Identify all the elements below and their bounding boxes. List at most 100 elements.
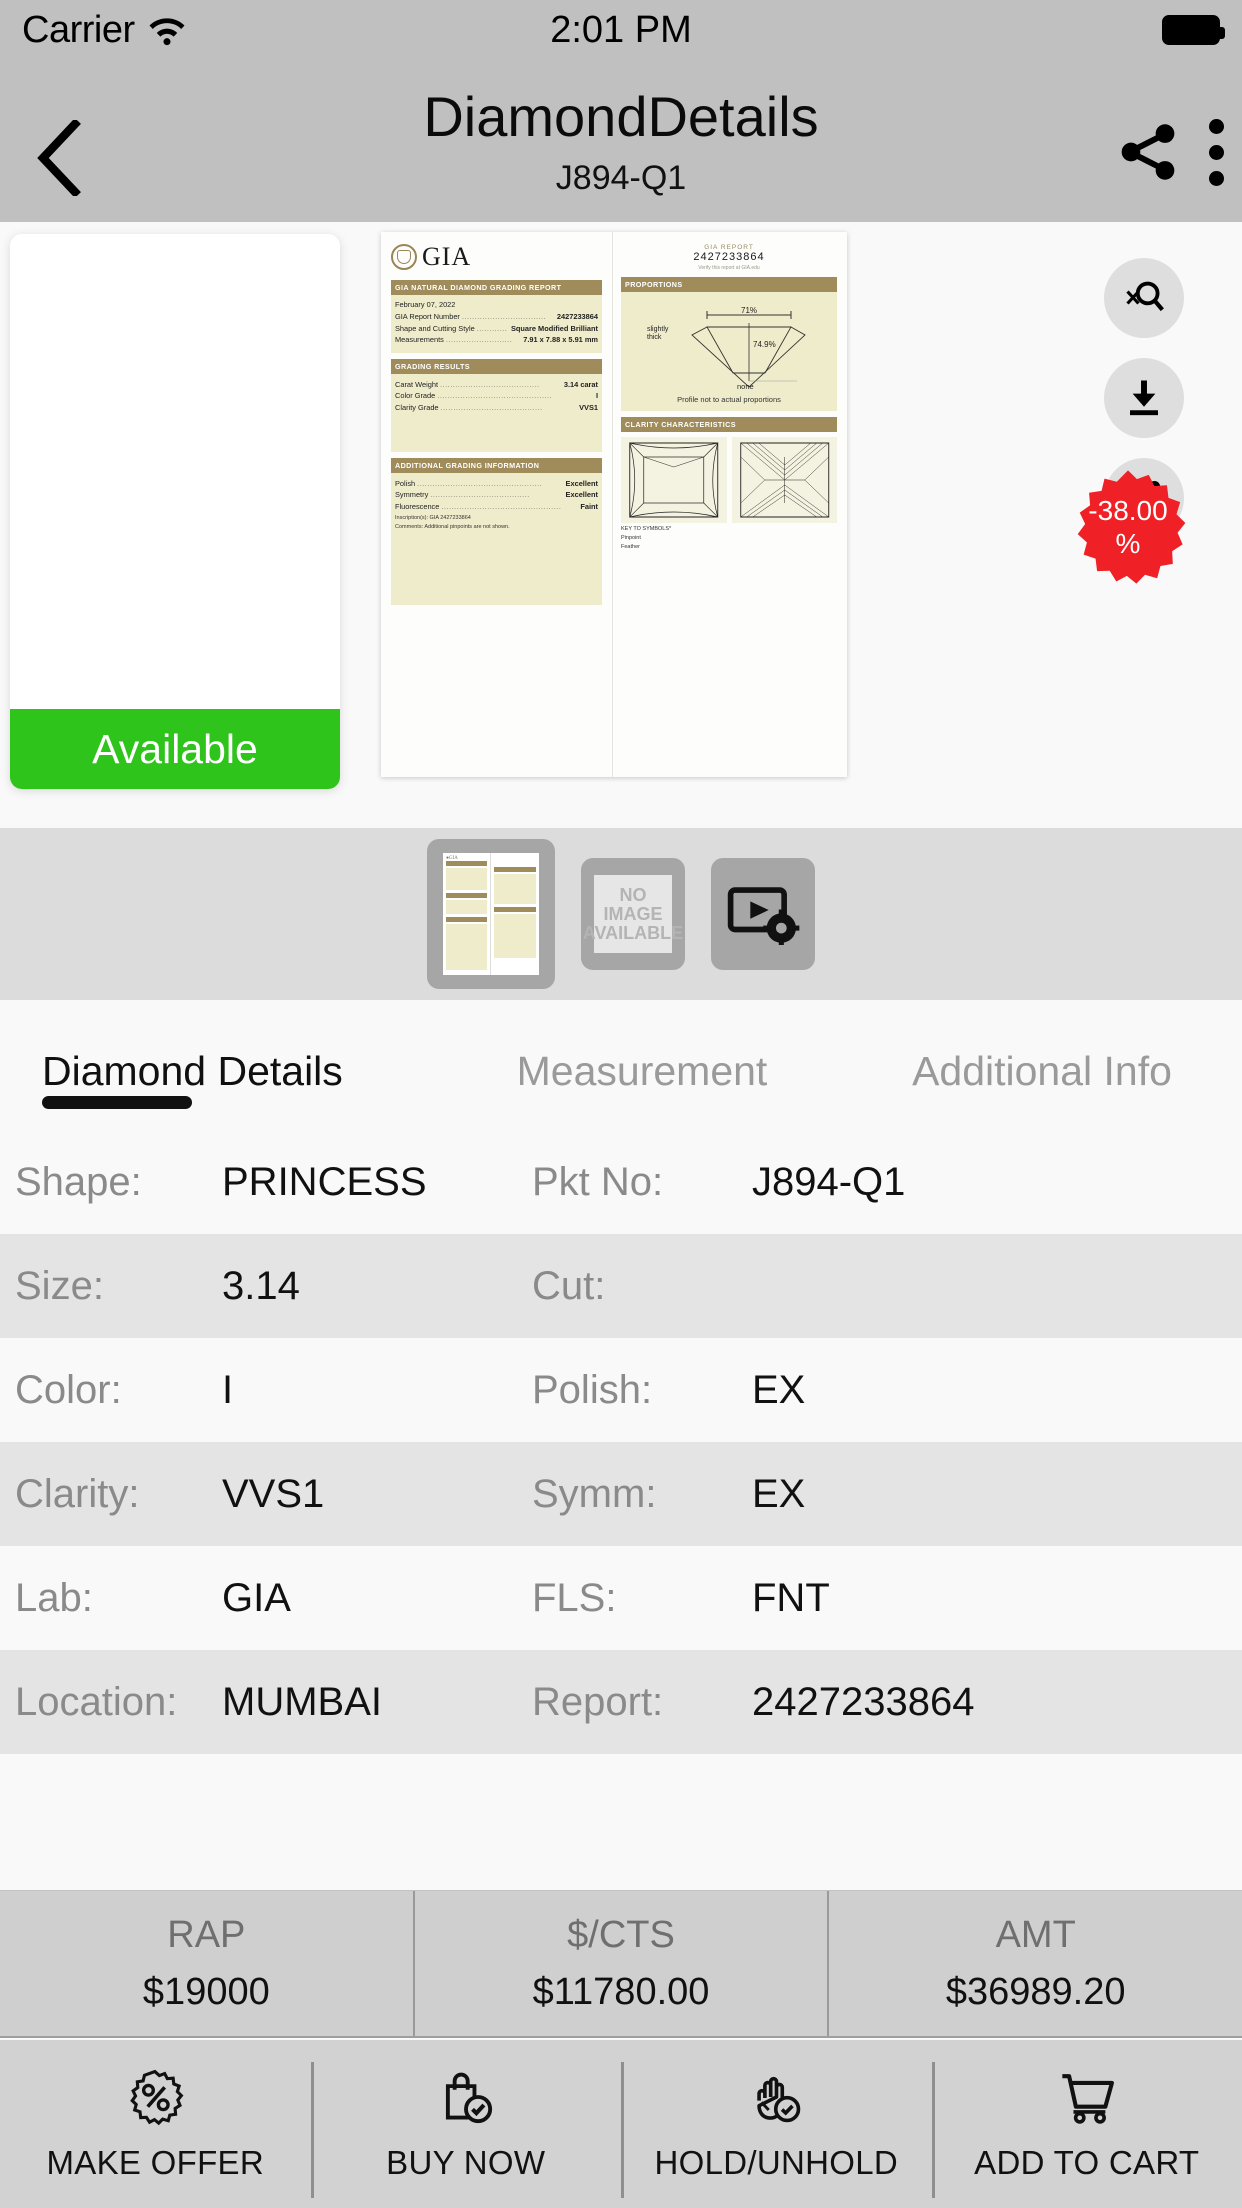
discount-value: -38.00	[1088, 495, 1168, 526]
thumb-certificate[interactable]: ●GIA	[427, 839, 555, 989]
cert-row-value: 3.14 carat	[563, 379, 598, 389]
cert-row: Polish .................................…	[395, 478, 598, 490]
row-value-right: EX	[752, 1367, 806, 1412]
cert-dots: .................................	[461, 312, 547, 321]
discount-unit: %	[1115, 528, 1141, 559]
table-spacer	[0, 1754, 1242, 1862]
cert-dots: ........................................	[440, 402, 543, 412]
tab-additional-info[interactable]: Additional Info	[842, 1000, 1242, 1095]
table-row: Shape: PRINCESS Pkt No: J894-Q1	[0, 1130, 1242, 1234]
add-to-cart-button[interactable]: ADD TO CART	[931, 2040, 1242, 2208]
price-column-per-cts: $/CTS $11780.00	[412, 1891, 828, 2036]
action-label: BUY NOW	[386, 2144, 546, 2181]
gia-seal-icon	[391, 244, 417, 270]
status-badge: Available	[10, 709, 340, 789]
cert-row: Carat Weight ...........................…	[395, 379, 598, 391]
video-settings-icon	[727, 887, 800, 945]
row-key-right: Symm:	[532, 1471, 657, 1516]
cert-dots: ........................................…	[441, 501, 562, 511]
cert-row-value: Faint	[580, 501, 598, 511]
cert-date: February 07, 2022	[395, 300, 456, 309]
tab-diamond-details[interactable]: Diamond Details	[0, 1000, 442, 1109]
clarity-plot-pavilion	[731, 437, 837, 523]
row-key-right: Cut:	[532, 1263, 606, 1308]
row-key-right: Pkt No:	[532, 1159, 664, 1204]
make-offer-button[interactable]: MAKE OFFER	[0, 2040, 311, 2208]
carrier-label: Carrier	[22, 8, 135, 51]
tab-label: Diamond Details	[42, 1048, 343, 1094]
cert-row: Clarity Grade ..........................…	[395, 402, 598, 414]
price-label: RAP	[167, 1913, 246, 1956]
hold-unhold-button[interactable]: HOLD/UNHOLD	[621, 2040, 932, 2208]
row-key-left: Lab:	[15, 1575, 93, 1620]
thumb-video[interactable]	[711, 858, 815, 970]
price-value: $19000	[142, 1970, 270, 2013]
key-symbol-2: Feather	[621, 544, 640, 550]
shopping-cart-icon	[1057, 2066, 1117, 2128]
no-image-line-2: IMAGE	[603, 903, 663, 924]
cert-dots: ............	[476, 323, 508, 333]
nav-title-group: DiamondDetails J894-Q1	[0, 82, 1242, 202]
nav-actions	[1114, 118, 1224, 186]
cert-comments: Comments: Additional pinpoints are not s…	[395, 524, 510, 530]
table-row: Color: I Polish: EX	[0, 1338, 1242, 1442]
certificate-image[interactable]: GIA GIA NATURAL DIAMOND GRADING REPORT F…	[381, 232, 847, 777]
battery-full-icon	[1162, 15, 1225, 45]
cert-dots: .......................................	[440, 379, 540, 389]
discount-badge: -38.00 %	[1069, 468, 1187, 586]
cert-band-clarity: CLARITY CHARACTERISTICS	[621, 417, 837, 432]
action-label: ADD TO CART	[974, 2144, 1200, 2181]
cert-row-value: VVS1	[579, 402, 598, 412]
certificate-page-left: GIA GIA NATURAL DIAMOND GRADING REPORT F…	[381, 232, 613, 777]
cert-row: Measurements .......................... …	[395, 334, 598, 346]
cert-band-additional: ADDITIONAL GRADING INFORMATION	[391, 457, 602, 473]
row-value-left: PRINCESS	[222, 1159, 427, 1204]
cert-report-body: February 07, 2022 GIA Report Number ....…	[391, 295, 602, 353]
depth-percent-label: 74.9%	[753, 340, 776, 349]
thumb-no-image[interactable]: NO IMAGE AVAILABLE	[581, 858, 685, 970]
download-icon[interactable]	[1104, 358, 1184, 438]
profile-note: Profile not to actual proportions	[677, 395, 781, 404]
share-icon[interactable]	[1114, 118, 1182, 186]
price-label: AMT	[995, 1913, 1076, 1956]
clarity-plot-crown	[621, 437, 727, 523]
culet-label: none	[737, 382, 754, 391]
girdle-label: slightly	[647, 326, 669, 333]
primary-media-card[interactable]: Available	[10, 234, 340, 789]
price-summary-bar: RAP $19000 $/CTS $11780.00 AMT $36989.20	[0, 1890, 1242, 2038]
thumb-cert-left: ●GIA	[443, 853, 491, 975]
cert-grading-body: Carat Weight ...........................…	[391, 373, 602, 452]
cert-row-key: Shape and Cutting Style	[395, 323, 475, 333]
cert-row: Fluorescence ...........................…	[395, 501, 598, 513]
certificate-page-right: GIA REPORT 2427233864 Verify this report…	[613, 232, 847, 777]
kebab-menu-icon[interactable]	[1208, 118, 1224, 186]
tab-measurement[interactable]: Measurement	[442, 1000, 842, 1095]
cert-band-grading: GRADING RESULTS	[391, 358, 602, 374]
proportions-diagram: 71% 74.9% slightly thick none	[625, 297, 833, 393]
hand-clock-icon	[747, 2066, 805, 2128]
cert-row-key: Fluorescence	[395, 501, 440, 511]
no-image-placeholder: NO IMAGE AVAILABLE	[583, 875, 683, 953]
discount-badge-icon	[126, 2066, 184, 2128]
no-image-line-1: NO	[619, 884, 647, 905]
row-value-left: GIA	[222, 1575, 291, 1620]
cert-row-key: Clarity Grade	[395, 402, 439, 412]
cert-inscription: Inscription(s): GIA 2427233864	[395, 515, 471, 521]
row-value-left: MUMBAI	[222, 1679, 382, 1724]
action-label: HOLD/UNHOLD	[654, 2144, 898, 2181]
tab-active-indicator	[42, 1096, 192, 1109]
price-column-amt: AMT $36989.20	[827, 1891, 1242, 2036]
cert-dots: .......................................	[430, 490, 530, 499]
buy-now-button[interactable]: BUY NOW	[310, 2040, 622, 2208]
key-to-symbols-title: KEY TO SYMBOLS*	[621, 526, 672, 532]
cert-row: Symmetry ...............................…	[395, 489, 598, 501]
table-row: Size: 3.14 Cut:	[0, 1234, 1242, 1338]
zoom-out-icon[interactable]	[1104, 258, 1184, 338]
price-column-rap: RAP $19000	[0, 1891, 413, 2036]
cert-additional-body: Polish .................................…	[391, 472, 602, 605]
clarity-plot-images	[621, 437, 837, 523]
cert-dots: ........................................…	[417, 478, 543, 488]
row-key-right: Polish:	[532, 1367, 653, 1412]
cert-band-proportions: PROPORTIONS	[621, 277, 837, 292]
price-label: $/CTS	[567, 1913, 675, 1956]
